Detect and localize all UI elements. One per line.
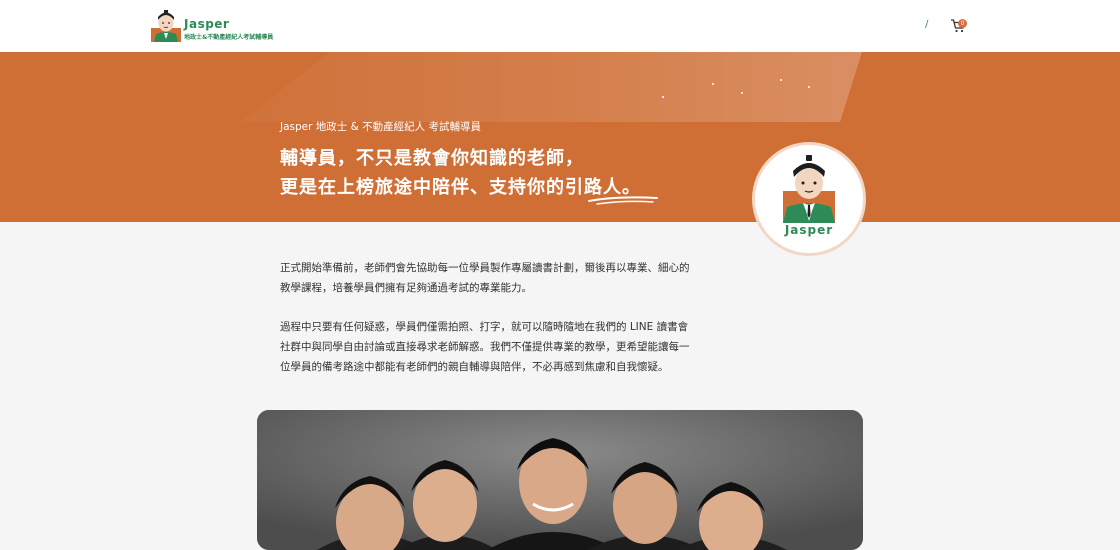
nav-separator: / bbox=[925, 19, 929, 30]
brand-name: Jasper bbox=[184, 17, 230, 31]
hero-banner: Jasper 地政士 & 不動產經紀人 考試輔導員 輔導員，不只是教會你知識的老… bbox=[0, 52, 1120, 222]
hero-sparkle bbox=[712, 83, 714, 85]
hero-kicker: Jasper 地政士 & 不動產經紀人 考試輔導員 bbox=[280, 121, 481, 133]
handdrawn-underline bbox=[588, 196, 658, 205]
paragraph-line: 過程中只要有任何疑惑，學員們僅需拍照、打字，就可以隨時隨地在我們的 LINE 讀… bbox=[280, 321, 689, 333]
jasper-avatar-icon bbox=[151, 10, 181, 42]
intro-paragraph-2: 過程中只要有任何疑惑，學員們僅需拍照、打字，就可以隨時隨地在我們的 LINE 讀… bbox=[280, 317, 770, 377]
site-header: Jasper 地政士&不動產經紀人考試輔導員 / 0 bbox=[0, 0, 1120, 52]
intro-paragraph-1: 正式開始準備前，老師們會先協助每一位學員製作專屬讀書計劃，爾後再以專業、細心的 … bbox=[280, 258, 770, 298]
hero-sparkle bbox=[741, 92, 743, 94]
hero-title-line-1: 輔導員，不只是教會你知識的老師， bbox=[280, 148, 584, 169]
paragraph-line: 位學員的備考路途中都能有老師們的親自輔導與陪伴，不必再感到焦慮和自我懷疑。 bbox=[280, 361, 669, 373]
hero-sparkle bbox=[808, 86, 810, 88]
paragraph-line: 社群中與同學自由討論或直接尋求老師解惑。我們不僅提供專業的教學，更希望能讓每一 bbox=[280, 341, 690, 353]
brand-tagline: 地政士&不動產經紀人考試輔導員 bbox=[184, 34, 274, 41]
team-photo bbox=[257, 410, 863, 550]
badge-name-label: Jasper bbox=[784, 223, 834, 237]
hero-title: 輔導員，不只是教會你知識的老師， 更是在上榜旅途中陪伴、支持你的引路人。 bbox=[280, 144, 641, 202]
team-photo-illustration bbox=[257, 410, 863, 550]
hero-sparkle bbox=[780, 79, 782, 81]
jasper-avatar-badge: Jasper bbox=[755, 145, 863, 253]
hero-sparkle bbox=[662, 96, 664, 98]
paragraph-line: 教學課程，培養學員們擁有足夠通過考試的專業能力。 bbox=[280, 282, 532, 294]
cart-count-badge: 0 bbox=[958, 19, 967, 28]
jasper-portrait-icon bbox=[783, 155, 835, 223]
brand-logo[interactable]: Jasper 地政士&不動產經紀人考試輔導員 bbox=[151, 8, 291, 44]
paragraph-line: 正式開始準備前，老師們會先協助每一位學員製作專屬讀書計劃，爾後再以專業、細心的 bbox=[280, 262, 690, 274]
